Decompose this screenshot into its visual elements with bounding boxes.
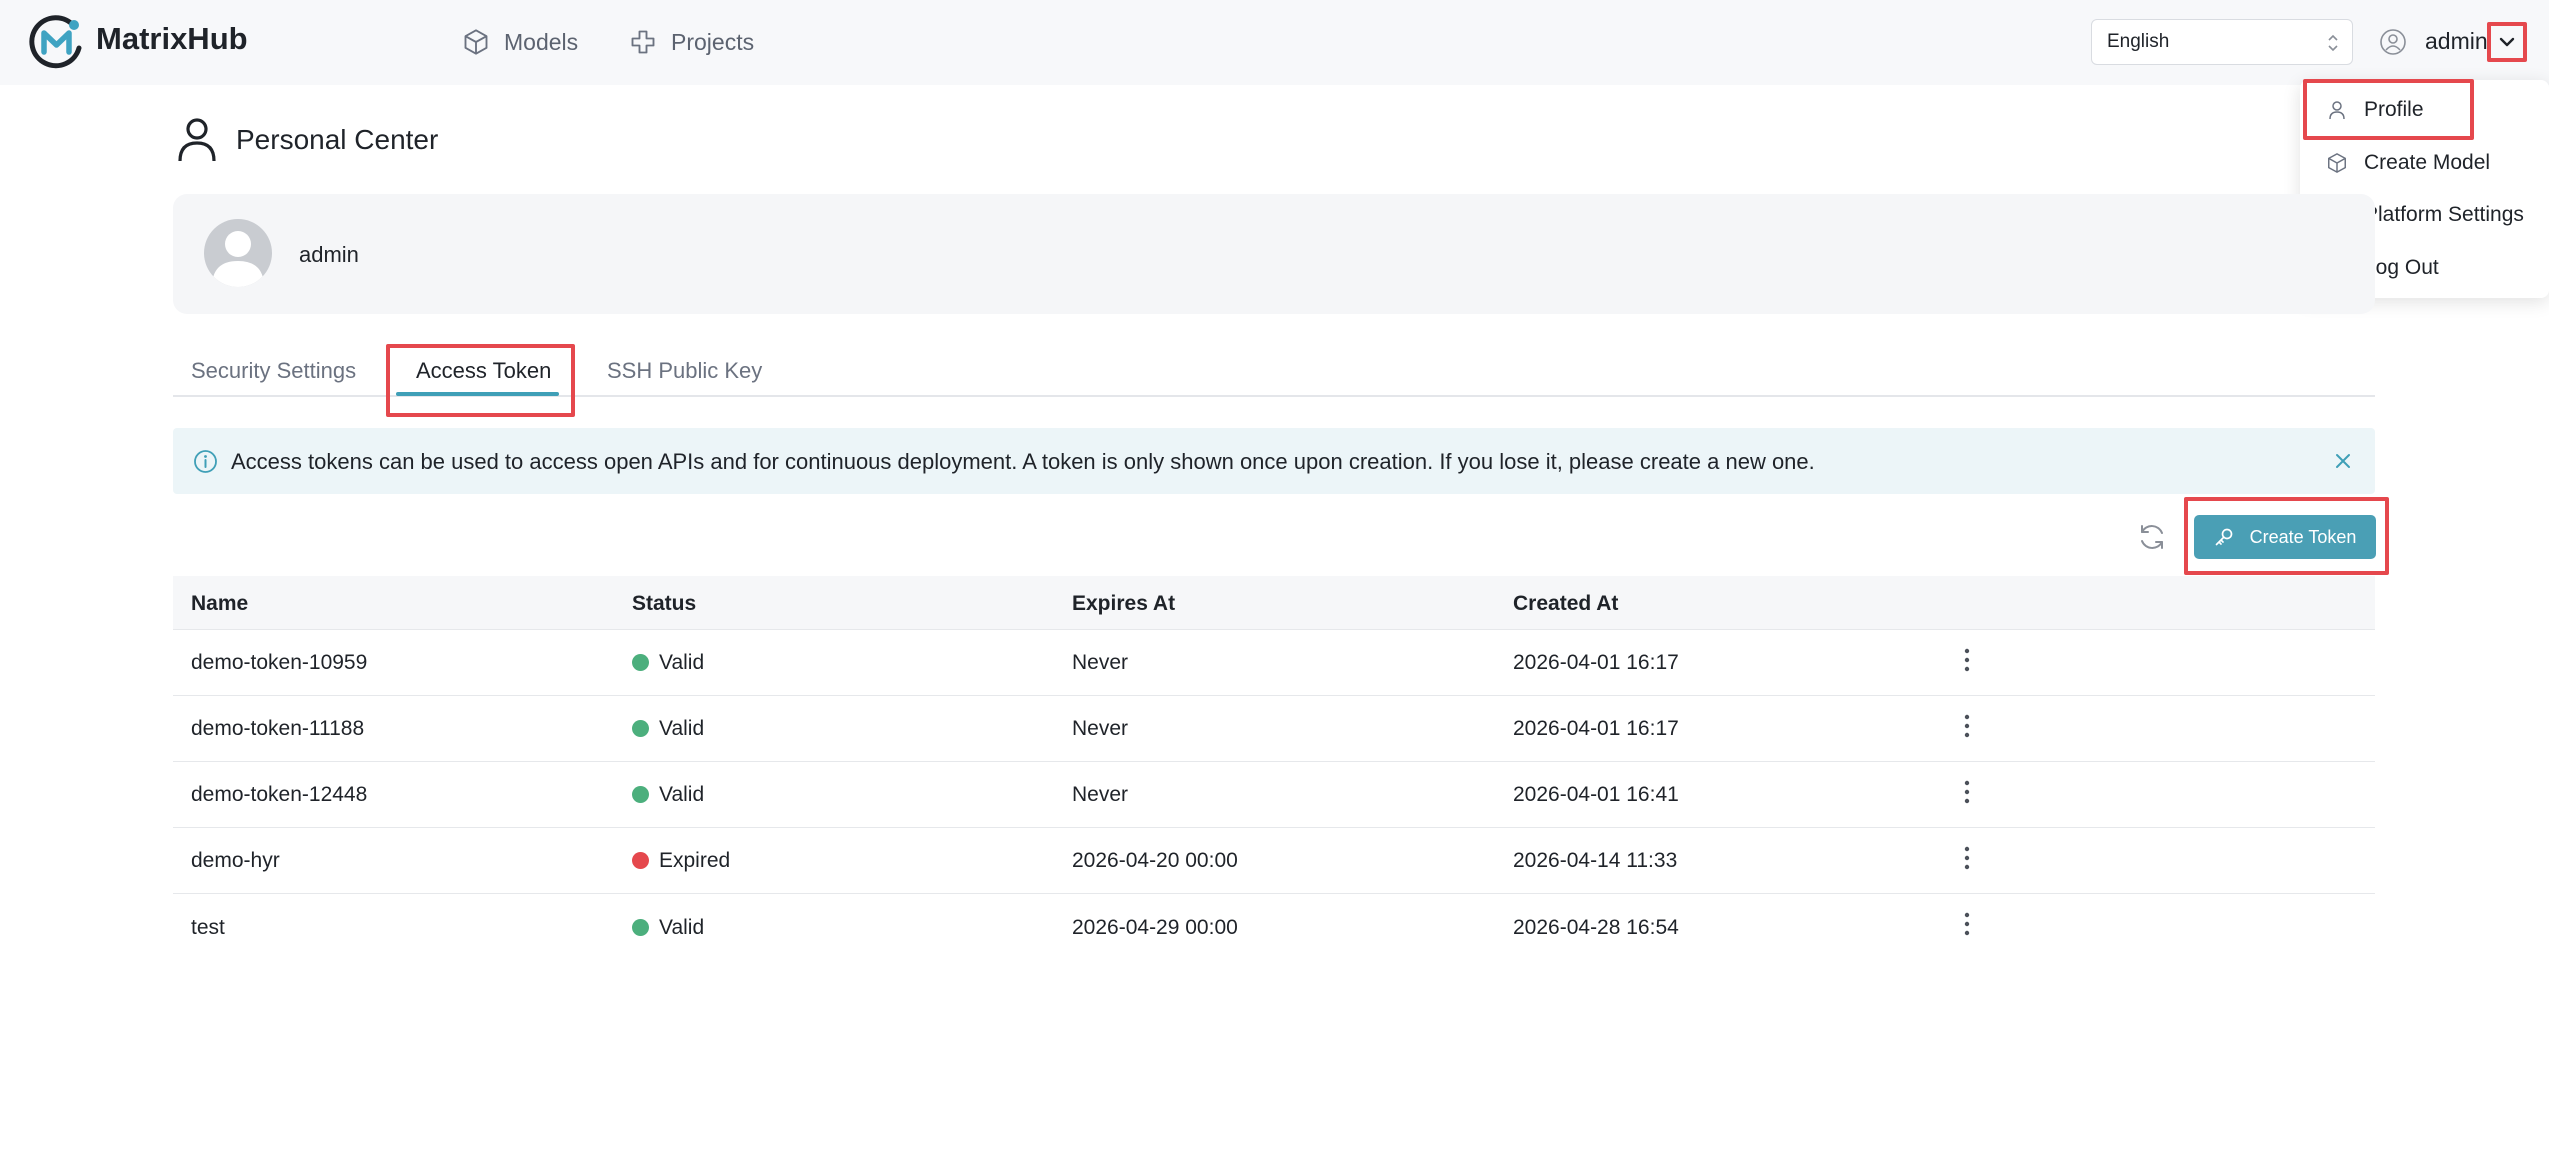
highlight-user-menu-toggle	[2487, 22, 2527, 62]
more-options-icon[interactable]	[1955, 909, 1979, 939]
status-label: Valid	[659, 783, 705, 806]
token-name: demo-token-10959	[191, 651, 368, 674]
matrixhub-logo-icon[interactable]	[29, 14, 84, 69]
token-expires: 2026-04-29 00:00	[1072, 916, 1238, 939]
column-header-created-at[interactable]: Created At	[1513, 592, 1618, 616]
token-name: demo-token-11188	[191, 717, 365, 740]
column-header-expires-at[interactable]: Expires At	[1072, 592, 1175, 616]
token-expires: 2026-04-20 00:00	[1072, 849, 1238, 872]
close-icon[interactable]	[2332, 450, 2354, 472]
status-valid-dot	[632, 786, 649, 803]
table-row	[173, 894, 2375, 960]
profile-card	[173, 194, 2375, 314]
info-icon	[194, 450, 217, 473]
token-expires: Never	[1072, 783, 1129, 806]
token-name: demo-hyr	[191, 849, 280, 872]
token-name: demo-token-12448	[191, 783, 368, 806]
cube-icon	[2328, 153, 2346, 173]
menu-item-label: Platform Settings	[2364, 203, 2524, 226]
token-name: test	[191, 916, 225, 939]
table-row	[173, 630, 2375, 696]
status-expired-dot	[632, 852, 649, 869]
column-header-status[interactable]: Status	[632, 592, 696, 616]
highlight-create-token	[2184, 497, 2389, 575]
highlight-profile	[2303, 79, 2474, 140]
token-created: 2026-04-28 16:54	[1513, 916, 1679, 939]
highlight-access-token-tab	[386, 344, 575, 417]
status-valid-dot	[632, 654, 649, 671]
page-title: Personal Center	[236, 124, 439, 155]
table-row	[173, 762, 2375, 828]
status-label: Expired	[659, 849, 731, 872]
more-options-icon[interactable]	[1955, 843, 1979, 873]
table-row	[173, 696, 2375, 762]
table-row	[173, 828, 2375, 894]
token-created: 2026-04-01 16:41	[1513, 783, 1679, 806]
token-status: Valid	[632, 717, 704, 741]
cube-icon	[464, 29, 488, 55]
select-arrows-icon	[2328, 34, 2338, 52]
status-valid-dot	[632, 919, 649, 936]
status-label: Valid	[659, 717, 705, 740]
nav-models-label: Models	[504, 28, 579, 55]
status-label: Valid	[659, 916, 705, 939]
language-select-value: English	[2107, 31, 2170, 52]
tab-security-settings[interactable]: Security Settings	[191, 358, 356, 384]
table-header	[173, 576, 2375, 630]
alert-text: Access tokens can be used to access open…	[231, 449, 1815, 474]
menu-item-create-model[interactable]: Create Model	[2326, 145, 2490, 181]
menu-item-label: Create Model	[2364, 151, 2491, 174]
user-avatar-icon[interactable]	[2379, 28, 2407, 56]
token-expires: Never	[1072, 717, 1129, 740]
refresh-icon[interactable]	[2136, 521, 2168, 553]
token-expires: Never	[1072, 651, 1129, 674]
user-name[interactable]: admin	[2425, 28, 2488, 55]
status-valid-dot	[632, 720, 649, 737]
token-created: 2026-04-01 16:17	[1513, 651, 1679, 674]
token-status: Expired	[632, 849, 730, 873]
menu-item-label: Log Out	[2364, 256, 2439, 279]
status-label: Valid	[659, 651, 705, 674]
language-select[interactable]: English	[2091, 19, 2353, 65]
avatar	[204, 219, 272, 287]
token-status: Valid	[632, 783, 704, 807]
token-created: 2026-04-01 16:17	[1513, 717, 1679, 740]
more-options-icon[interactable]	[1955, 711, 1979, 741]
nav-models[interactable]: Models	[462, 26, 578, 58]
more-options-icon[interactable]	[1955, 645, 1979, 675]
nav-projects-label: Projects	[671, 28, 755, 55]
token-created: 2026-04-14 11:33	[1513, 849, 1678, 872]
tab-ssh-public-key[interactable]: SSH Public Key	[607, 358, 762, 384]
profile-name: admin	[299, 242, 359, 267]
person-icon	[178, 118, 216, 162]
default-avatar-icon	[212, 231, 264, 287]
nav-projects[interactable]: Projects	[629, 26, 754, 58]
projects-icon	[631, 30, 655, 54]
token-status: Valid	[632, 651, 704, 675]
token-status: Valid	[632, 916, 704, 940]
column-header-name[interactable]: Name	[191, 592, 248, 616]
more-options-icon[interactable]	[1955, 777, 1979, 807]
logo-text[interactable]: MatrixHub	[96, 21, 248, 57]
